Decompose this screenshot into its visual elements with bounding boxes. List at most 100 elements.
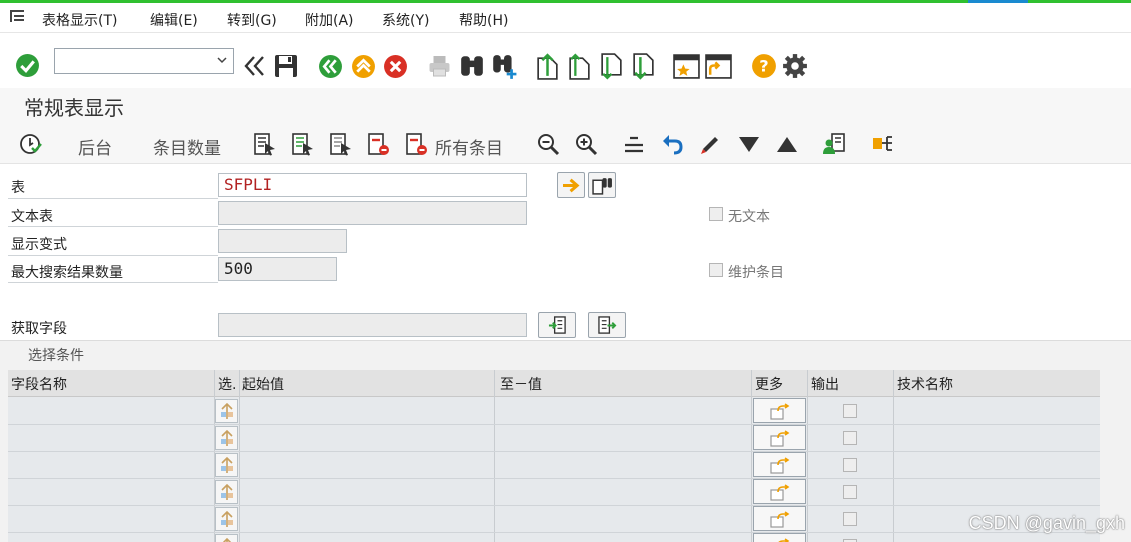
label-underline (8, 255, 218, 256)
collapse-left-icon[interactable] (243, 55, 267, 77)
cancel-icon[interactable] (383, 54, 408, 79)
multiple-selection-button[interactable] (753, 425, 806, 450)
menu-help[interactable]: 帮助(H) (459, 10, 508, 30)
menu-edit[interactable]: 编辑(E) (150, 10, 198, 30)
menu-goto[interactable]: 转到(G) (227, 10, 277, 30)
deselect-all-icon[interactable] (329, 132, 353, 156)
multiple-selection-button[interactable] (753, 479, 806, 504)
triangle-up-icon[interactable] (775, 132, 799, 156)
multiple-selection-button[interactable] (753, 533, 806, 542)
previous-page-icon[interactable] (567, 53, 592, 80)
col-select: 选. (218, 377, 237, 393)
select-options-button[interactable] (215, 480, 238, 504)
output-checkbox[interactable] (843, 404, 857, 418)
zoom-in-icon[interactable] (574, 132, 598, 156)
find-icon[interactable] (459, 53, 485, 79)
selection-form: 表 SFPLI 文本表 无文本 显示变式 最大搜索结果数量 500 维护条目 获… (0, 164, 1131, 340)
get-fields-input (218, 313, 527, 337)
menu-table-display[interactable]: 表格显示(T) (42, 10, 117, 30)
maintain-entries-checkbox[interactable] (709, 263, 723, 277)
next-page-icon[interactable] (599, 53, 624, 80)
col-from-value: 起始值 (242, 377, 284, 393)
select-options-button[interactable] (215, 507, 238, 531)
col-to-value: 至－值 (500, 377, 542, 393)
last-page-icon[interactable] (631, 53, 656, 80)
select-options-button[interactable] (215, 534, 238, 542)
export-fields-button[interactable] (588, 312, 626, 338)
shortcut-icon[interactable] (705, 53, 732, 80)
selection-conditions-panel: 选择条件 字段名称 选. 起始值 至－值 更多 输出 技术名称 (0, 340, 1131, 542)
table-row (8, 506, 1100, 533)
grid-header: 字段名称 选. 起始值 至－值 更多 输出 技术名称 (8, 370, 1100, 397)
execute-icon[interactable] (19, 132, 43, 156)
entry-count-button[interactable]: 条目数量 (153, 134, 221, 159)
col-tech-name: 技术名称 (897, 377, 953, 393)
chevron-down-icon[interactable] (217, 55, 227, 65)
menu-extras[interactable]: 附加(A) (305, 10, 354, 30)
find-next-icon[interactable] (491, 53, 517, 80)
sap-gui-window: 表格显示(T) 编辑(E) 转到(G) 附加(A) 系统(Y) 帮助(H) ? … (0, 0, 1131, 542)
multiple-selection-button[interactable] (753, 452, 806, 477)
table-input[interactable]: SFPLI (218, 173, 527, 197)
new-session-icon[interactable] (673, 53, 700, 80)
select-options-icon (221, 484, 233, 500)
select-options-icon (222, 538, 232, 542)
output-checkbox[interactable] (843, 512, 857, 526)
save-icon[interactable] (274, 54, 298, 78)
multiple-selection-icon (770, 403, 790, 420)
multiple-selection-icon (770, 511, 790, 528)
multiple-selection-button[interactable] (753, 506, 806, 531)
select-options-icon (221, 403, 233, 419)
edit-pencil-icon[interactable] (698, 132, 722, 156)
exit-icon[interactable] (351, 54, 376, 79)
user-list-icon[interactable] (822, 132, 846, 156)
max-hits-input[interactable]: 500 (218, 257, 337, 281)
col-field-name: 字段名称 (11, 377, 67, 393)
undo-icon[interactable] (660, 132, 684, 156)
gear-icon[interactable] (782, 53, 808, 79)
select-options-button[interactable] (215, 426, 238, 450)
zoom-out-icon[interactable] (536, 132, 560, 156)
delete-all-icon[interactable] (405, 132, 429, 156)
col-output: 输出 (811, 377, 839, 393)
select-all-icon[interactable] (291, 132, 315, 156)
delete-selection-icon[interactable] (367, 132, 391, 156)
text-table-label: 文本表 (11, 209, 53, 225)
output-checkbox[interactable] (843, 431, 857, 445)
back-icon[interactable] (318, 54, 343, 79)
get-fields-label: 获取字段 (11, 321, 67, 337)
label-underline (8, 198, 218, 199)
print-icon[interactable] (427, 54, 452, 78)
enter-check-icon[interactable] (15, 53, 40, 78)
menu-toggle-icon[interactable] (10, 9, 26, 23)
select-options-button[interactable] (215, 399, 238, 423)
menu-system[interactable]: 系统(Y) (382, 10, 429, 30)
page-title: 常规表显示 (24, 96, 124, 120)
first-page-icon[interactable] (535, 53, 560, 80)
triangle-down-icon[interactable] (737, 132, 761, 156)
label-underline (8, 282, 218, 283)
command-field[interactable] (54, 48, 234, 74)
table-search-button[interactable] (588, 172, 616, 198)
select-fields-icon[interactable] (253, 132, 277, 156)
binoculars-table-icon (592, 178, 612, 195)
table-row (8, 533, 1100, 542)
no-text-checkbox[interactable] (709, 207, 723, 221)
all-entries-button[interactable]: 所有条目 (435, 134, 503, 159)
multiple-selection-icon (778, 538, 790, 542)
align-icon[interactable] (622, 132, 646, 156)
multiple-selection-button[interactable] (753, 398, 806, 423)
multiple-selection-icon (770, 484, 790, 501)
help-icon[interactable]: ? (751, 53, 777, 79)
multiple-selection-icon (770, 457, 790, 474)
output-checkbox[interactable] (843, 458, 857, 472)
get-fields-button[interactable] (538, 312, 576, 338)
table-row (8, 398, 1100, 425)
background-button[interactable]: 后台 (78, 134, 112, 159)
continue-button[interactable] (557, 172, 585, 198)
structure-icon[interactable] (871, 132, 895, 156)
select-options-button[interactable] (215, 453, 238, 477)
col-more: 更多 (755, 377, 783, 393)
output-checkbox[interactable] (843, 485, 857, 499)
application-toolbar: 后台 条目数量 所有条目 (0, 124, 1131, 164)
